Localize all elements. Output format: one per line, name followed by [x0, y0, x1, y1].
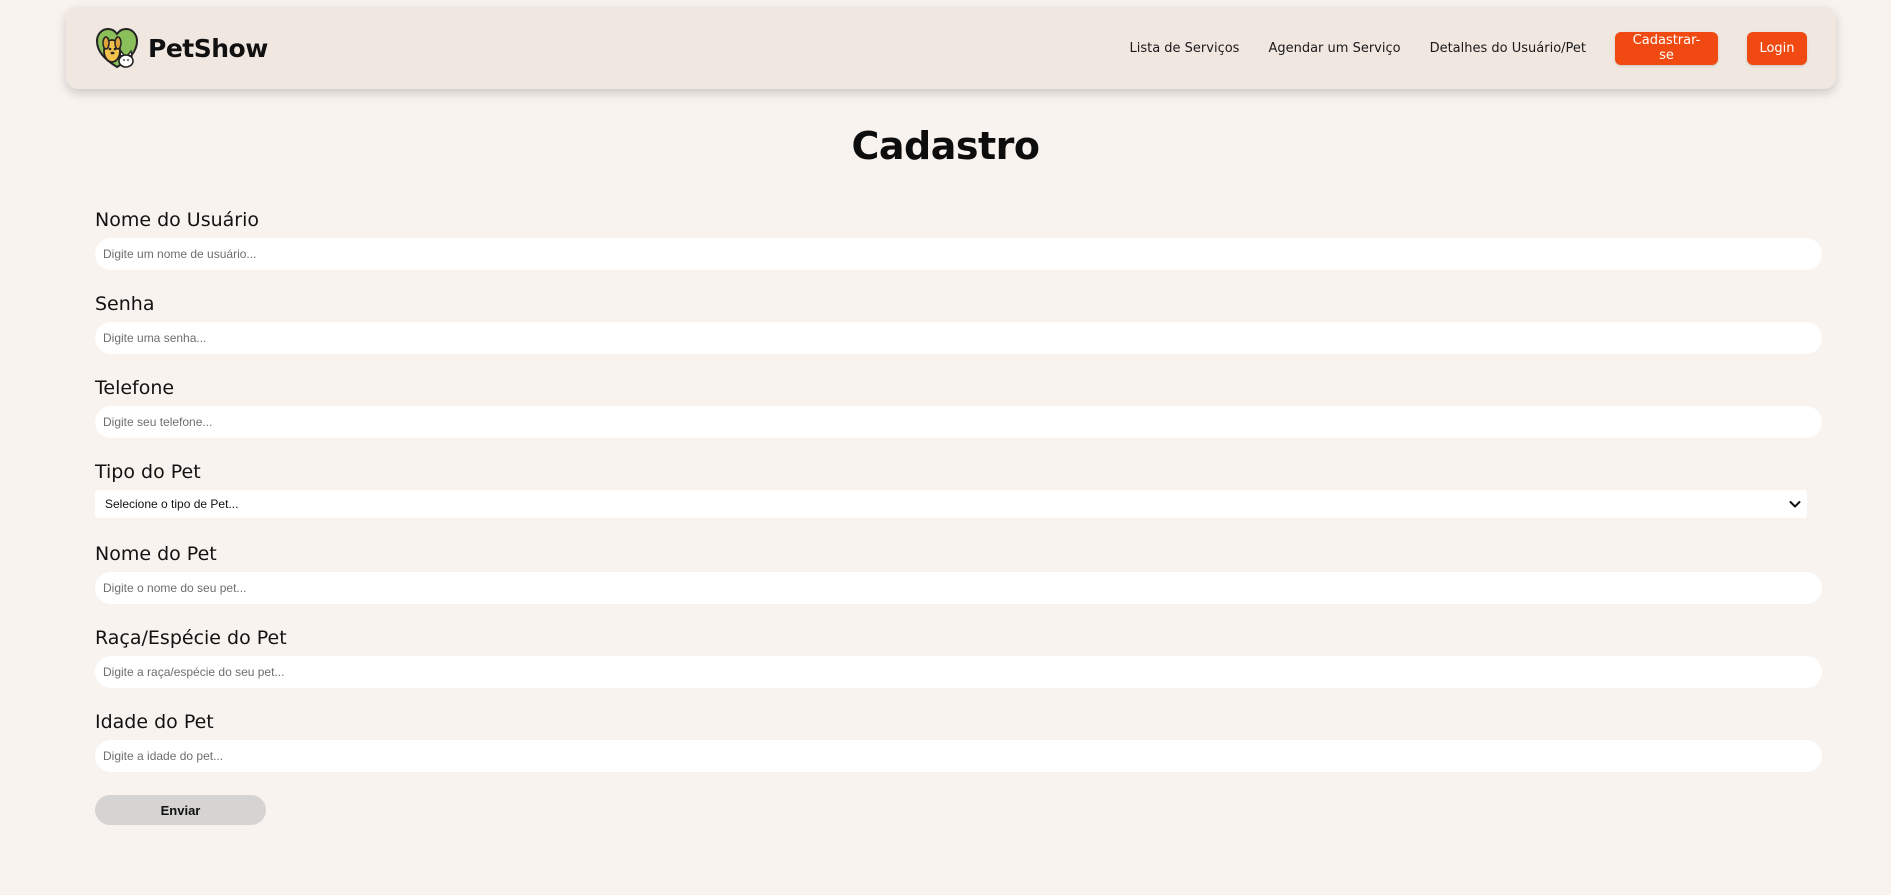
nav-link-agendar-servico[interactable]: Agendar um Serviço [1268, 41, 1400, 56]
phone-input[interactable] [95, 406, 1822, 438]
nav-links: Lista de Serviços Agendar um Serviço Det… [1100, 31, 1807, 65]
pet-type-label: Tipo do Pet [95, 461, 201, 483]
phone-label: Telefone [95, 377, 175, 399]
nav-link-detalhes-usuario-pet[interactable]: Detalhes do Usuário/Pet [1430, 41, 1586, 56]
pet-age-label: Idade do Pet [95, 711, 214, 733]
password-field-group: Senha [95, 290, 1822, 354]
signup-button[interactable]: Cadastrar-se [1615, 31, 1718, 65]
submit-button[interactable]: Enviar [95, 795, 266, 825]
password-label: Senha [95, 293, 155, 315]
signup-form: Nome do Usuário Senha Telefone Tipo do P… [95, 206, 1822, 825]
pet-name-label: Nome do Pet [95, 543, 217, 565]
pet-age-field-group: Idade do Pet [95, 708, 1822, 772]
navbar: PetShow Lista de Serviços Agendar um Ser… [66, 7, 1836, 89]
pet-type-field-group: Tipo do Pet Selecione o tipo de Pet... [95, 458, 1822, 518]
pet-name-field-group: Nome do Pet [95, 540, 1822, 604]
dog-cat-heart-logo-icon [95, 27, 139, 69]
brand[interactable]: PetShow [94, 25, 268, 71]
chevron-down-icon [1789, 501, 1801, 508]
login-button[interactable]: Login [1747, 31, 1807, 65]
nav-link-lista-servicos[interactable]: Lista de Serviços [1129, 41, 1239, 56]
username-input[interactable] [95, 238, 1822, 270]
brand-name: PetShow [148, 33, 268, 63]
pet-type-select[interactable]: Selecione o tipo de Pet... [95, 490, 1807, 518]
password-input[interactable] [95, 322, 1822, 354]
pet-name-input[interactable] [95, 572, 1822, 604]
pet-type-selected-value: Selecione o tipo de Pet... [105, 497, 239, 511]
phone-field-group: Telefone [95, 374, 1822, 438]
username-field-group: Nome do Usuário [95, 206, 1822, 270]
pet-breed-input[interactable] [95, 656, 1822, 688]
page-title: Cadastro [851, 124, 1040, 168]
pet-breed-label: Raça/Espécie do Pet [95, 627, 287, 649]
username-label: Nome do Usuário [95, 209, 260, 231]
pet-breed-field-group: Raça/Espécie do Pet [95, 624, 1822, 688]
pet-age-input[interactable] [95, 740, 1822, 772]
